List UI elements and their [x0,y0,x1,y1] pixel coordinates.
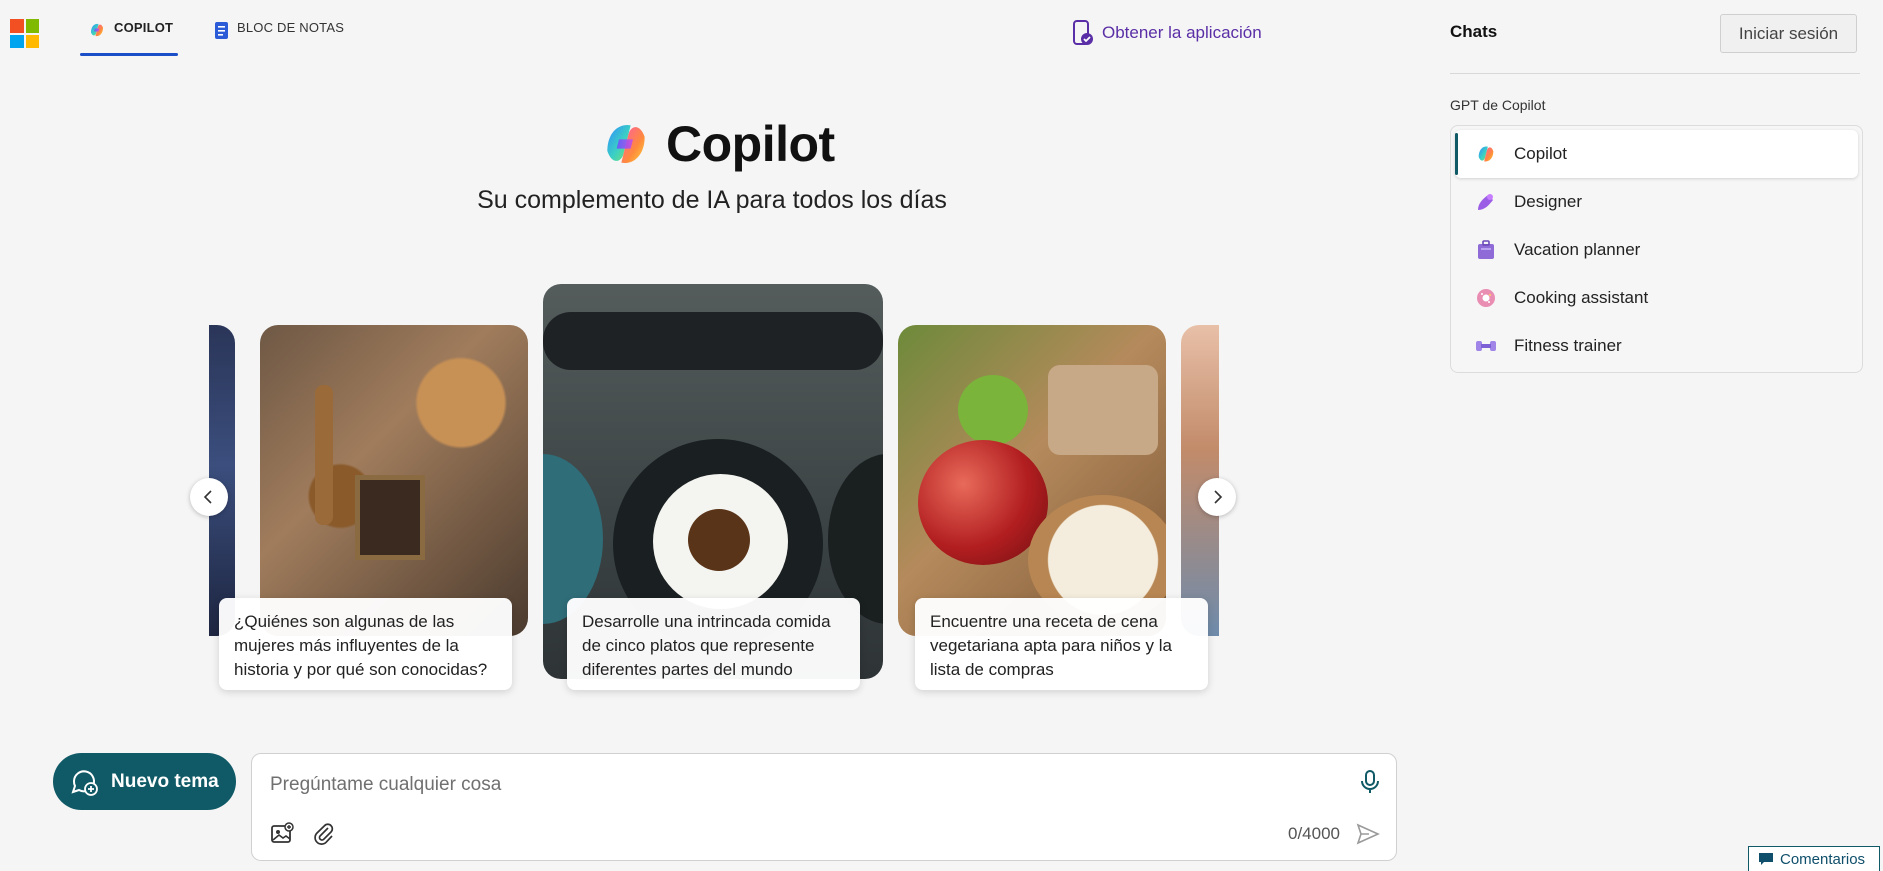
comment-icon [1759,853,1773,865]
prompt-input[interactable] [270,768,1320,802]
donut-icon [1475,287,1497,309]
signin-button[interactable]: Iniciar sesión [1720,14,1857,53]
feedback-button[interactable]: Comentarios [1748,846,1880,871]
send-button[interactable] [1356,822,1380,851]
get-app-label: Obtener la aplicación [1102,23,1262,42]
new-topic-label: Nuevo tema [111,770,219,792]
new-chat-icon [71,769,98,796]
phone-download-icon [1073,20,1093,45]
image-add-icon [271,822,294,843]
dumbbell-icon [1475,335,1497,357]
suggestion-card-2-caption[interactable]: Desarrolle una intrincada comida de cinc… [567,598,860,690]
chats-heading: Chats [1450,22,1498,41]
gpt-item-copilot[interactable]: Copilot [1455,130,1858,178]
hero-title: Copilot [598,115,835,173]
tab-copilot[interactable]: COPILOT [80,20,178,56]
gpt-item-cooking-assistant[interactable]: Cooking assistant [1455,274,1858,322]
send-icon [1356,823,1380,845]
copilot-logo-icon [607,124,645,164]
get-app-link[interactable]: Obtener la aplicación [1072,20,1262,46]
gpt-list: Copilot Designer Vacation planner Cookin… [1450,125,1863,373]
carousel-next-button[interactable] [1198,478,1236,516]
microphone-icon [1361,770,1379,793]
suggestion-carousel: ¿Quiénes son algunas de las mujeres más … [209,284,1219,704]
sidebar-divider [1450,73,1860,74]
tab-notebook[interactable]: BLOC DE NOTAS [214,20,344,56]
gpt-item-label: Vacation planner [1514,240,1641,259]
chat-composer: 0/4000 [251,753,1397,861]
hero-subtitle: Su complemento de IA para todos los días [477,186,947,214]
microsoft-logo[interactable] [10,19,39,48]
add-image-button[interactable] [270,822,294,851]
attach-button[interactable] [312,822,336,851]
microphone-button[interactable] [1360,770,1380,799]
gpt-item-label: Cooking assistant [1514,288,1649,307]
char-counter: 0/4000 [1288,824,1340,843]
page-title: Copilot [666,116,835,172]
suggestion-card-1-image[interactable] [260,325,528,636]
suggestion-card-3-caption[interactable]: Encuentre una receta de cena vegetariana… [915,598,1208,690]
feedback-label: Comentarios [1780,850,1866,868]
gpt-item-label: Fitness trainer [1514,336,1622,355]
gpt-section-label: GPT de Copilot [1450,97,1546,113]
gpt-item-designer[interactable]: Designer [1455,178,1858,226]
gpt-item-fitness-trainer[interactable]: Fitness trainer [1455,322,1858,370]
notebook-icon [215,22,228,39]
tab-copilot-label: COPILOT [114,20,174,35]
suggestion-card-1-caption[interactable]: ¿Quiénes son algunas de las mujeres más … [219,598,512,690]
paperclip-icon [314,823,334,845]
copilot-icon [91,23,103,37]
gpt-item-label: Copilot [1514,144,1567,163]
copilot-icon [1475,143,1497,165]
chevron-right-icon [1214,490,1223,504]
chevron-left-icon [203,490,212,504]
carousel-prev-button[interactable] [190,478,228,516]
new-topic-button[interactable]: Nuevo tema [53,753,236,810]
suggestion-card-3-image[interactable] [898,325,1166,636]
tab-notebook-label: BLOC DE NOTAS [237,20,345,35]
suitcase-icon [1475,239,1497,261]
designer-icon [1475,191,1497,213]
gpt-item-vacation-planner[interactable]: Vacation planner [1455,226,1858,274]
gpt-item-label: Designer [1514,192,1583,211]
